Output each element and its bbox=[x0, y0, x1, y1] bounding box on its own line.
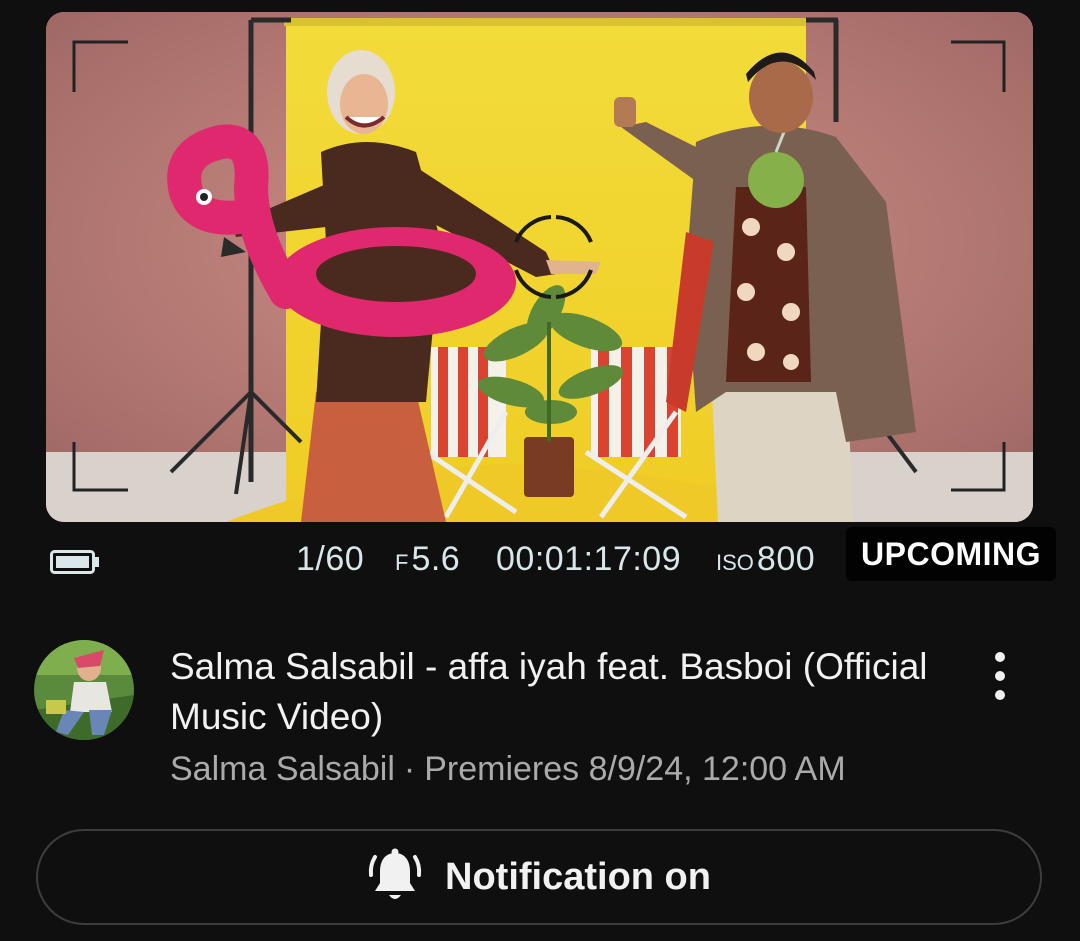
notification-label: Notification on bbox=[445, 855, 711, 898]
video-thumbnail[interactable] bbox=[46, 12, 1033, 522]
upcoming-badge: UPCOMING bbox=[846, 527, 1056, 581]
meta-separator: · bbox=[403, 750, 416, 788]
shutter-speed: 1/60 bbox=[296, 540, 365, 578]
video-meta: Salma Salsabil · Premieres 8/9/24, 12:00 A… bbox=[170, 750, 846, 789]
notification-button[interactable]: Notification on bbox=[36, 829, 1042, 925]
channel-avatar[interactable] bbox=[34, 640, 134, 740]
iso-prefix: ISO bbox=[716, 550, 754, 575]
aperture-value: 5.6 bbox=[411, 540, 461, 578]
thumbnail-image bbox=[46, 12, 1033, 522]
camera-info-bar: 1/60 F5.6 00:01:17:09 ISO800 UPCOMING bbox=[0, 522, 1080, 602]
iso-value: 800 bbox=[756, 540, 816, 578]
video-title[interactable]: Salma Salsabil - affa iyah feat. Basboi … bbox=[170, 642, 940, 742]
timecode: 00:01:17:09 bbox=[496, 540, 682, 578]
bell-ringing-icon bbox=[368, 848, 422, 899]
premiere-date: Premieres 8/9/24, 12:00 AM bbox=[424, 750, 846, 788]
aperture: F5.6 bbox=[395, 540, 460, 579]
iso: ISO800 bbox=[716, 540, 815, 579]
more-vertical-icon[interactable] bbox=[980, 648, 1020, 704]
battery-icon bbox=[50, 550, 99, 574]
channel-name[interactable]: Salma Salsabil bbox=[170, 750, 395, 788]
aperture-prefix: F bbox=[395, 550, 409, 575]
avatar-image bbox=[34, 640, 134, 740]
